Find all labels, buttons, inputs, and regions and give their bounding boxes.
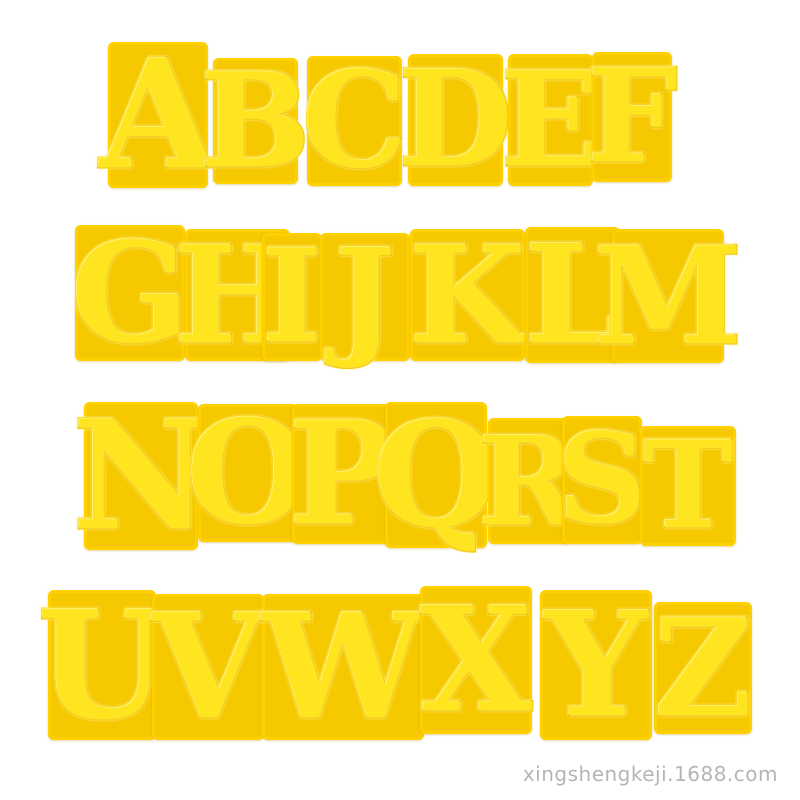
- letter-patch-b: B: [199, 44, 312, 197]
- patch-row-1: A B C D E F: [0, 27, 800, 203]
- letter-patch-n: N: [71, 388, 211, 564]
- letter-patch-e: E: [499, 43, 602, 196]
- letter-patch-w: W: [261, 582, 425, 751]
- letter-patch-d: D: [397, 42, 514, 197]
- letter-patch-m: M: [592, 217, 743, 375]
- letter-patch-y: Y: [540, 590, 652, 740]
- patch-row-4: U V W X Y Z: [0, 575, 800, 752]
- letter-patch-g: G: [70, 211, 191, 374]
- letter-patch-u: U: [36, 578, 168, 752]
- letter-patch-i: I: [261, 222, 324, 372]
- letter-patch-z: Z: [653, 589, 754, 747]
- letter-patch-k: K: [408, 216, 527, 374]
- letter-patch-q: Q: [372, 390, 500, 559]
- letter-patch-v: V: [151, 582, 265, 751]
- letter-patch-s: S: [556, 407, 648, 552]
- letter-patch-x: X: [419, 575, 533, 744]
- letter-patch-board: A B C D E F G H I J K L M N O P Q R S T …: [0, 0, 800, 800]
- letter-patch-a: A: [98, 27, 217, 203]
- patch-row-3: N O P Q R S T: [0, 398, 800, 558]
- letter-patch-j: J: [320, 232, 410, 363]
- letter-patch-c: C: [300, 43, 408, 198]
- letter-patch-t: T: [640, 424, 736, 547]
- letter-patch-f: F: [585, 42, 679, 192]
- watermark-text: xingshengkeji.1688.com: [522, 762, 778, 786]
- patch-row-2: G H I J K L M: [0, 215, 800, 375]
- letter-patch-o: O: [185, 390, 312, 556]
